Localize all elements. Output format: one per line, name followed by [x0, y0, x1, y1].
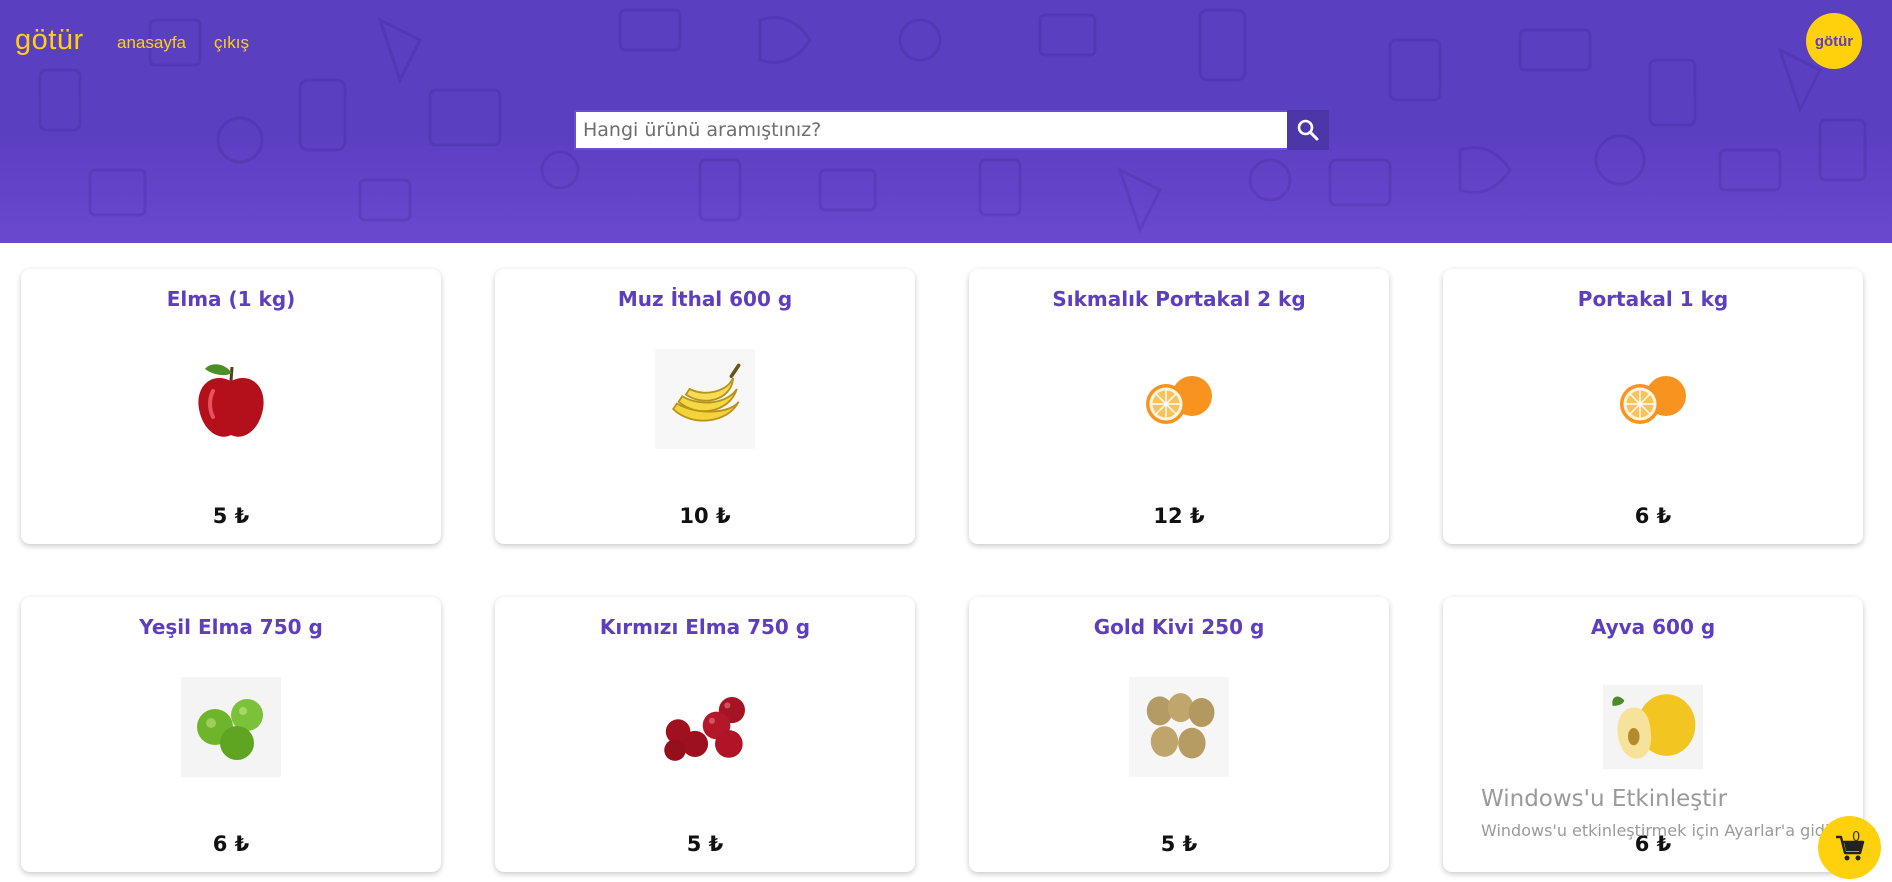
product-price: 12 ₺ [1153, 504, 1205, 528]
quince-icon [1603, 684, 1703, 770]
product-card[interactable]: Elma (1 kg) 5 ₺ [21, 269, 441, 544]
nav-link-home[interactable]: anasayfa [117, 33, 186, 53]
product-name: Gold Kivi 250 g [1093, 615, 1265, 639]
search-button[interactable] [1287, 110, 1329, 150]
red-apples-icon [664, 697, 745, 761]
product-card[interactable]: Muz İthal 600 g 10 ₺ [495, 269, 915, 544]
product-price: 10 ₺ [679, 504, 731, 528]
product-image [655, 339, 755, 459]
product-name: Muz İthal 600 g [617, 287, 793, 311]
orange-icon [1146, 376, 1212, 424]
red-apple-icon [198, 364, 264, 437]
product-image [1603, 339, 1703, 459]
product-card[interactable]: Kırmızı Elma 750 g 5 ₺ [495, 597, 915, 872]
product-image [1603, 667, 1703, 787]
search-icon [1297, 119, 1319, 141]
product-card[interactable]: Yeşil Elma 750 g 6 ₺ [21, 597, 441, 872]
product-price: 6 ₺ [1634, 504, 1672, 528]
cart-count-badge: 0 [1852, 830, 1861, 845]
header-banner: götür anasayfa çıkış götür [0, 0, 1892, 243]
activation-watermark-subtitle: Windows'u etkinleştirmek için Ayarlar'a … [1481, 821, 1845, 840]
cart-button[interactable] [1818, 816, 1881, 879]
product-image [655, 667, 755, 787]
product-image [181, 339, 281, 459]
product-name: Elma (1 kg) [166, 287, 296, 311]
search-input[interactable] [574, 110, 1287, 150]
product-image [1129, 667, 1229, 787]
product-price: 6 ₺ [212, 832, 250, 856]
product-name: Yeşil Elma 750 g [139, 615, 323, 639]
product-name: Kırmızı Elma 750 g [599, 615, 811, 639]
kiwi-icon [1129, 677, 1229, 777]
banana-icon [655, 349, 755, 449]
product-card[interactable]: Sıkmalık Portakal 2 kg 12 ₺ [969, 269, 1389, 544]
nav-link-logout[interactable]: çıkış [214, 33, 249, 53]
orange-icon [1620, 376, 1686, 424]
activation-watermark-title: Windows'u Etkinleştir [1481, 786, 1728, 812]
site-logo[interactable]: götür [15, 24, 84, 57]
product-card[interactable]: Gold Kivi 250 g 5 ₺ [969, 597, 1389, 872]
search-bar [574, 110, 1329, 150]
product-image [1129, 339, 1229, 459]
product-name: Sıkmalık Portakal 2 kg [1052, 287, 1306, 311]
green-apples-icon [181, 677, 281, 777]
product-price: 5 ₺ [1160, 832, 1198, 856]
product-card[interactable]: Portakal 1 kg 6 ₺ [1443, 269, 1863, 544]
product-image [181, 667, 281, 787]
brand-badge[interactable]: götür [1806, 13, 1862, 69]
product-name: Ayva 600 g [1590, 615, 1716, 639]
product-price: 5 ₺ [212, 504, 250, 528]
product-price: 5 ₺ [686, 832, 724, 856]
product-name: Portakal 1 kg [1577, 287, 1729, 311]
